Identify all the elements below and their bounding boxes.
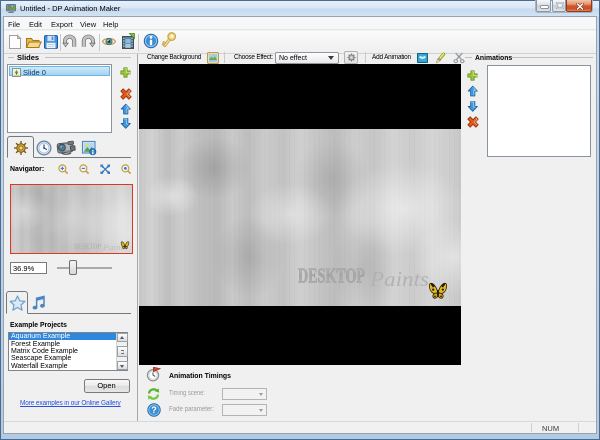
svg-text:DESKTOP: DESKTOP	[298, 264, 365, 288]
svg-text:?: ?	[151, 405, 157, 415]
svg-text:DESKTOP: DESKTOP	[74, 242, 101, 251]
svg-text:Paints: Paints	[369, 267, 429, 291]
